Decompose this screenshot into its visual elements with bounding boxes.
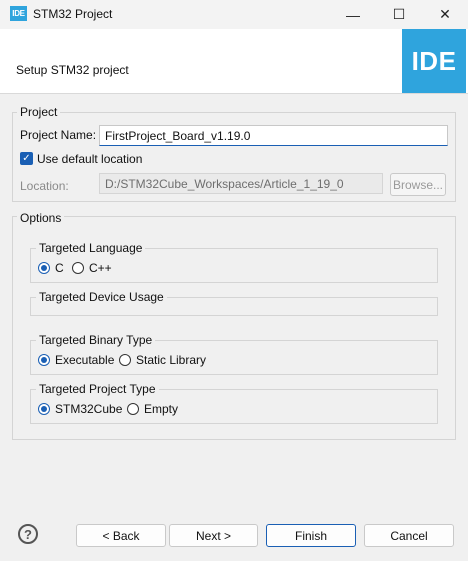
targeted-project-type-title: Targeted Project Type — [36, 382, 159, 396]
close-icon[interactable]: ✕ — [422, 0, 468, 29]
project-type-stm32cube-radio[interactable] — [38, 403, 50, 415]
ide-logo: IDE — [402, 29, 466, 93]
binary-executable-radio[interactable] — [38, 354, 50, 366]
window-title: STM32 Project — [33, 7, 113, 21]
back-button[interactable]: < Back — [76, 524, 166, 547]
options-group-title: Options — [17, 211, 65, 225]
use-default-location-checkbox[interactable]: ✓ — [20, 152, 33, 165]
location-label: Location: — [20, 179, 69, 193]
maximize-icon[interactable]: ☐ — [376, 0, 422, 29]
checkmark-icon: ✓ — [22, 153, 31, 164]
language-c-label: C — [55, 261, 64, 275]
browse-button[interactable]: Browse... — [390, 173, 446, 196]
project-type-stm32cube-label: STM32Cube — [55, 402, 123, 416]
project-group-title: Project — [17, 105, 61, 119]
next-button[interactable]: Next > — [169, 524, 258, 547]
wizard-page-title: Setup STM32 project — [16, 63, 129, 77]
finish-button[interactable]: Finish — [266, 524, 356, 547]
language-cpp-radio[interactable] — [72, 262, 84, 274]
wizard-header — [0, 29, 468, 94]
binary-executable-label: Executable — [55, 353, 115, 367]
targeted-language-title: Targeted Language — [36, 241, 146, 255]
help-icon[interactable]: ? — [18, 524, 38, 544]
minimize-icon[interactable]: — — [330, 0, 376, 29]
project-name-field[interactable]: FirstProject_Board_v1.19.0 — [99, 125, 448, 146]
binary-static-library-label: Static Library — [136, 353, 207, 367]
binary-static-library-radio[interactable] — [119, 354, 131, 366]
location-field[interactable]: D:/STM32Cube_Workspaces/Article_1_19_0 — [99, 173, 383, 194]
use-default-location-label: Use default location — [37, 152, 143, 166]
ide-app-icon: IDE — [10, 6, 27, 21]
project-type-empty-radio[interactable] — [127, 403, 139, 415]
language-cpp-label: C++ — [89, 261, 112, 275]
cancel-button[interactable]: Cancel — [364, 524, 454, 547]
targeted-device-usage-title: Targeted Device Usage — [36, 290, 167, 304]
project-type-empty-label: Empty — [144, 402, 179, 416]
project-name-label: Project Name: — [20, 128, 97, 142]
targeted-binary-type-title: Targeted Binary Type — [36, 333, 156, 347]
language-c-radio[interactable] — [38, 262, 50, 274]
